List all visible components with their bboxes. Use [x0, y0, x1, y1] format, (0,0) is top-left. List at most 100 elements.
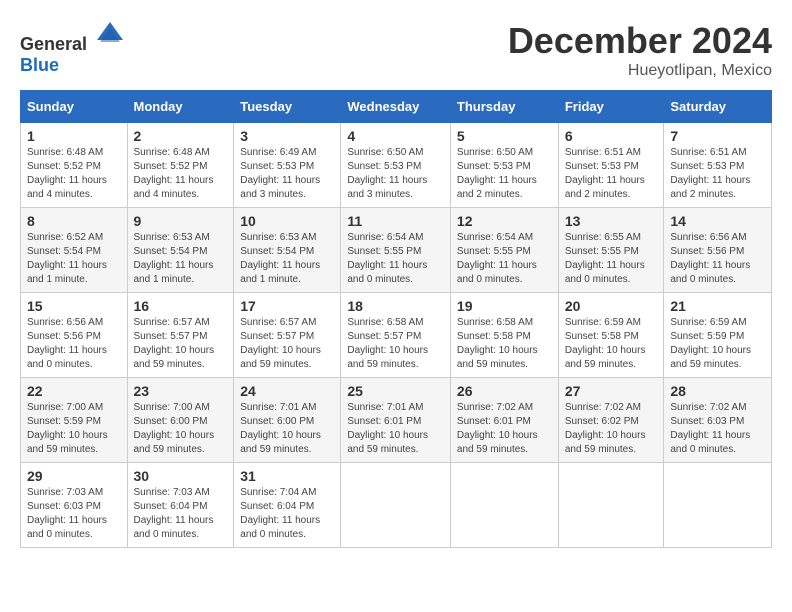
- table-row: 28 Sunrise: 7:02 AMSunset: 6:03 PMDayligh…: [664, 378, 772, 463]
- day-info: Sunrise: 6:56 AMSunset: 5:56 PMDaylight:…: [670, 231, 765, 287]
- day-info: Sunrise: 6:53 AMSunset: 5:54 PMDaylight:…: [134, 231, 228, 287]
- day-number: 8: [27, 213, 121, 229]
- header: General Blue December 2024 Hueyotlipan, …: [20, 20, 772, 80]
- day-info: Sunrise: 6:53 AMSunset: 5:54 PMDaylight:…: [240, 231, 334, 287]
- table-row: 1Sunrise: 6:48 AMSunset: 5:52 PMDaylight…: [21, 123, 128, 208]
- day-number: 22: [27, 383, 121, 399]
- day-info: Sunrise: 7:00 AMSunset: 6:00 PMDaylight:…: [134, 401, 228, 457]
- day-number: 28: [670, 383, 765, 399]
- table-row: 26Sunrise: 7:02 AMSunset: 6:01 PMDayligh…: [450, 378, 558, 463]
- logo: General Blue: [20, 20, 125, 76]
- table-row: [664, 463, 772, 548]
- day-info: Sunrise: 6:57 AMSunset: 5:57 PMDaylight:…: [134, 316, 228, 372]
- day-number: 5: [457, 128, 552, 144]
- table-row: 8Sunrise: 6:52 AMSunset: 5:54 PMDaylight…: [21, 208, 128, 293]
- table-row: 21 Sunrise: 6:59 AMSunset: 5:59 PMDayligh…: [664, 293, 772, 378]
- table-row: 2 Sunrise: 6:48 AMSunset: 5:52 PMDaylight…: [127, 123, 234, 208]
- day-number: 27: [565, 383, 658, 399]
- day-info: Sunrise: 7:03 AMSunset: 6:04 PMDaylight:…: [134, 486, 228, 542]
- day-info: Sunrise: 7:02 AMSunset: 6:01 PMDaylight:…: [457, 401, 552, 457]
- day-info: Sunrise: 6:58 AMSunset: 5:57 PMDaylight:…: [347, 316, 444, 372]
- table-row: 20 Sunrise: 6:59 AMSunset: 5:58 PMDayligh…: [558, 293, 664, 378]
- day-info: Sunrise: 6:55 AMSunset: 5:55 PMDaylight:…: [565, 231, 658, 287]
- col-sunday: Sunday: [21, 91, 128, 123]
- day-info: Sunrise: 6:50 AMSunset: 5:53 PMDaylight:…: [347, 146, 444, 202]
- col-friday: Friday: [558, 91, 664, 123]
- day-number: 29: [27, 468, 121, 484]
- day-info: Sunrise: 7:03 AMSunset: 6:03 PMDaylight:…: [27, 486, 121, 542]
- day-number: 11: [347, 213, 444, 229]
- day-info: Sunrise: 6:48 AMSunset: 5:52 PMDaylight:…: [134, 146, 228, 202]
- table-row: 30 Sunrise: 7:03 AMSunset: 6:04 PMDayligh…: [127, 463, 234, 548]
- table-row: 31 Sunrise: 7:04 AMSunset: 6:04 PMDayligh…: [234, 463, 341, 548]
- table-row: 3Sunrise: 6:49 AMSunset: 5:53 PMDaylight…: [234, 123, 341, 208]
- table-row: 27Sunrise: 7:02 AMSunset: 6:02 PMDayligh…: [558, 378, 664, 463]
- day-info: Sunrise: 6:54 AMSunset: 5:55 PMDaylight:…: [457, 231, 552, 287]
- day-info: Sunrise: 6:49 AMSunset: 5:53 PMDaylight:…: [240, 146, 334, 202]
- day-info: Sunrise: 6:51 AMSunset: 5:53 PMDaylight:…: [565, 146, 658, 202]
- col-thursday: Thursday: [450, 91, 558, 123]
- calendar: Sunday Monday Tuesday Wednesday Thursday…: [20, 90, 772, 548]
- day-info: Sunrise: 6:50 AMSunset: 5:53 PMDaylight:…: [457, 146, 552, 202]
- table-row: 4 Sunrise: 6:50 AMSunset: 5:53 PMDaylight…: [341, 123, 451, 208]
- col-tuesday: Tuesday: [234, 91, 341, 123]
- day-info: Sunrise: 6:54 AMSunset: 5:55 PMDaylight:…: [347, 231, 444, 287]
- day-info: Sunrise: 7:01 AMSunset: 6:01 PMDaylight:…: [347, 401, 444, 457]
- table-row: 7 Sunrise: 6:51 AMSunset: 5:53 PMDaylight…: [664, 123, 772, 208]
- day-number: 31: [240, 468, 334, 484]
- day-info: Sunrise: 7:04 AMSunset: 6:04 PMDaylight:…: [240, 486, 334, 542]
- table-row: [450, 463, 558, 548]
- table-row: [341, 463, 451, 548]
- day-number: 30: [134, 468, 228, 484]
- day-info: Sunrise: 6:59 AMSunset: 5:59 PMDaylight:…: [670, 316, 765, 372]
- day-info: Sunrise: 6:58 AMSunset: 5:58 PMDaylight:…: [457, 316, 552, 372]
- table-row: [558, 463, 664, 548]
- calendar-week-row: 15Sunrise: 6:56 AMSunset: 5:56 PMDayligh…: [21, 293, 772, 378]
- col-wednesday: Wednesday: [341, 91, 451, 123]
- table-row: 17Sunrise: 6:57 AMSunset: 5:57 PMDayligh…: [234, 293, 341, 378]
- logo-icon: [95, 20, 125, 50]
- table-row: 6 Sunrise: 6:51 AMSunset: 5:53 PMDaylight…: [558, 123, 664, 208]
- day-info: Sunrise: 7:01 AMSunset: 6:00 PMDaylight:…: [240, 401, 334, 457]
- title-section: December 2024 Hueyotlipan, Mexico: [508, 20, 772, 80]
- table-row: 14 Sunrise: 6:56 AMSunset: 5:56 PMDayligh…: [664, 208, 772, 293]
- day-number: 10: [240, 213, 334, 229]
- day-number: 18: [347, 298, 444, 314]
- table-row: 16 Sunrise: 6:57 AMSunset: 5:57 PMDayligh…: [127, 293, 234, 378]
- day-info: Sunrise: 6:59 AMSunset: 5:58 PMDaylight:…: [565, 316, 658, 372]
- table-row: 12Sunrise: 6:54 AMSunset: 5:55 PMDayligh…: [450, 208, 558, 293]
- logo-general: General: [20, 34, 87, 54]
- table-row: 25Sunrise: 7:01 AMSunset: 6:01 PMDayligh…: [341, 378, 451, 463]
- table-row: 18 Sunrise: 6:58 AMSunset: 5:57 PMDayligh…: [341, 293, 451, 378]
- table-row: 22 Sunrise: 7:00 AMSunset: 5:59 PMDayligh…: [21, 378, 128, 463]
- calendar-week-row: 8Sunrise: 6:52 AMSunset: 5:54 PMDaylight…: [21, 208, 772, 293]
- day-info: Sunrise: 6:57 AMSunset: 5:57 PMDaylight:…: [240, 316, 334, 372]
- day-number: 1: [27, 128, 121, 144]
- calendar-header-row: Sunday Monday Tuesday Wednesday Thursday…: [21, 91, 772, 123]
- day-number: 13: [565, 213, 658, 229]
- table-row: 19 Sunrise: 6:58 AMSunset: 5:58 PMDayligh…: [450, 293, 558, 378]
- day-number: 6: [565, 128, 658, 144]
- day-number: 9: [134, 213, 228, 229]
- calendar-week-row: 1 Sunrise: 6:48 AMSunset: 5:52 PMDaylight…: [21, 123, 772, 208]
- day-number: 4: [347, 128, 444, 144]
- day-info: Sunrise: 6:51 AMSunset: 5:53 PMDaylight:…: [670, 146, 765, 202]
- day-number: 14: [670, 213, 765, 229]
- table-row: 5 Sunrise: 6:50 AMSunset: 5:53 PMDaylight…: [450, 123, 558, 208]
- day-info: Sunrise: 7:00 AMSunset: 5:59 PMDaylight:…: [27, 401, 121, 457]
- table-row: 29 Sunrise: 7:03 AMSunset: 6:03 PMDayligh…: [21, 463, 128, 548]
- day-number: 2: [134, 128, 228, 144]
- day-number: 16: [134, 298, 228, 314]
- logo-text: General Blue: [20, 20, 125, 76]
- logo-blue: Blue: [20, 55, 59, 75]
- day-number: 19: [457, 298, 552, 314]
- day-number: 20: [565, 298, 658, 314]
- day-number: 21: [670, 298, 765, 314]
- table-row: 23Sunrise: 7:00 AMSunset: 6:00 PMDayligh…: [127, 378, 234, 463]
- day-number: 7: [670, 128, 765, 144]
- col-saturday: Saturday: [664, 91, 772, 123]
- day-info: Sunrise: 6:56 AMSunset: 5:56 PMDaylight:…: [27, 316, 121, 372]
- calendar-week-row: 22 Sunrise: 7:00 AMSunset: 5:59 PMDayligh…: [21, 378, 772, 463]
- day-info: Sunrise: 7:02 AMSunset: 6:03 PMDaylight:…: [670, 401, 765, 457]
- table-row: 15Sunrise: 6:56 AMSunset: 5:56 PMDayligh…: [21, 293, 128, 378]
